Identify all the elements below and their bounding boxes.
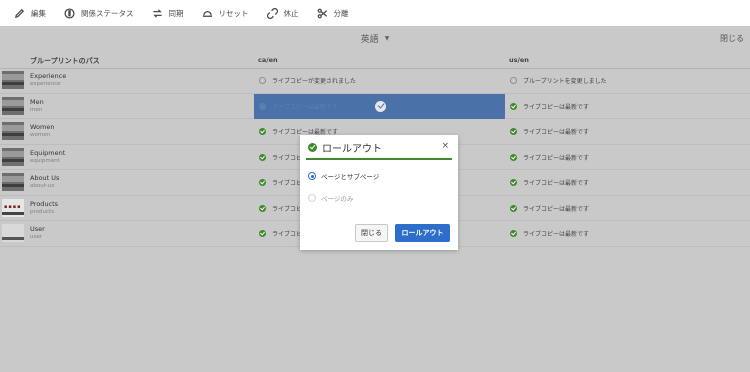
sync-icon xyxy=(152,8,162,18)
status-cell-ca-en[interactable]: ライブコピーが変更されました xyxy=(254,68,505,94)
table-header: ブループリントのパス ca/en us/en xyxy=(0,54,750,68)
status-text: ライブコピーは最新です xyxy=(523,129,590,137)
row-path: products xyxy=(30,208,55,215)
pencil-icon xyxy=(14,8,25,18)
language-value: 英語 xyxy=(360,34,379,45)
suspend-label: 休止 xyxy=(283,8,299,18)
relationship-status-button[interactable]: 関係ステータス xyxy=(64,3,134,23)
success-check-icon xyxy=(308,142,317,152)
row-path: men xyxy=(30,106,43,113)
page-thumbnail: ▪▪▪▪ xyxy=(2,198,24,217)
check-status-icon xyxy=(510,102,517,110)
close-icon[interactable]: × xyxy=(441,141,449,151)
option-page-only[interactable]: ページのみ xyxy=(308,193,353,203)
rollout-button[interactable]: ロールアウト xyxy=(395,224,450,242)
dialog-header-rule xyxy=(306,158,452,160)
page-thumbnail xyxy=(2,224,24,242)
cancel-button[interactable]: 閉じる xyxy=(355,224,388,242)
reset-label: リセット xyxy=(218,8,249,18)
reset-icon xyxy=(202,10,212,17)
header-us-en: us/en xyxy=(509,56,529,64)
option-label: ページとサブページ xyxy=(321,173,380,181)
close-panel-button[interactable]: 閉じる xyxy=(720,33,744,44)
row-title: User xyxy=(30,225,45,233)
status-cell-us-en[interactable]: ライブコピーは最新です xyxy=(505,221,750,247)
language-select[interactable]: 英語 ▼ xyxy=(361,32,390,45)
dialog-title: ロールアウト xyxy=(322,143,382,155)
chevron-down-icon: ▼ xyxy=(384,34,390,42)
edit-label: 編集 xyxy=(31,8,46,18)
check-status-icon xyxy=(259,128,266,136)
edit-button[interactable]: 編集 xyxy=(14,3,46,23)
page-thumbnail xyxy=(2,96,24,115)
action-toolbar: 編集 関係ステータス 同期 リセット 休止 分離 xyxy=(0,0,750,26)
option-page-and-subpages[interactable]: ページとサブページ xyxy=(308,171,379,181)
status-cell-us-en[interactable]: ライブコピーは最新です xyxy=(505,170,750,196)
pending-status-icon xyxy=(510,77,517,85)
check-status-icon xyxy=(510,204,517,212)
detach-label: 分離 xyxy=(333,8,349,18)
row-path: women xyxy=(30,132,51,138)
status-text: ライブコピーが変更されました xyxy=(272,78,357,86)
row-title: Women xyxy=(30,123,55,131)
rollout-dialog: ロールアウト × ページとサブページ ページのみ 閉じる ロールアウト xyxy=(300,135,458,250)
row-path: experience xyxy=(30,81,61,87)
radio-selected-icon[interactable] xyxy=(308,172,316,180)
status-cell-us-en[interactable]: ライブコピーは最新です xyxy=(505,196,750,222)
check-status-icon xyxy=(259,204,266,212)
status-cell-us-en[interactable]: ライブコピーは最新です xyxy=(505,145,750,171)
page-thumbnail xyxy=(2,173,24,191)
row-title: Equipment xyxy=(30,148,66,157)
dialog-header: ロールアウト xyxy=(300,135,458,159)
radio-unselected-icon[interactable] xyxy=(308,194,316,202)
status-text: ライブコピーは最新です xyxy=(523,154,590,162)
check-status-icon xyxy=(510,179,517,187)
header-ca-en: ca/en xyxy=(258,56,278,64)
status-text: ライブコピーは最新です xyxy=(523,205,590,213)
status-cell-us-en[interactable]: ブループリントを変更しました xyxy=(505,68,750,94)
check-status-icon xyxy=(510,230,517,238)
detach-icon xyxy=(317,8,327,18)
header-blueprint-path: ブループリントのパス xyxy=(30,57,100,65)
status-icon xyxy=(259,102,266,110)
row-title: Men xyxy=(30,97,44,106)
row-title: Products xyxy=(30,199,59,208)
reset-button[interactable]: リセット xyxy=(202,3,249,23)
unlink-icon xyxy=(266,7,278,19)
row-title: Experience xyxy=(30,72,67,80)
relationship-status-label: 関係ステータス xyxy=(81,8,134,18)
status-text: ブループリントを変更しました xyxy=(523,78,607,86)
row-path: user xyxy=(30,234,42,240)
status-text: ライブコピーは最新です xyxy=(523,180,590,188)
status-cell-ca-en-selected[interactable]: ライブコピーは最新です xyxy=(254,93,505,119)
row-path: about-us xyxy=(30,183,55,189)
page-thumbnail xyxy=(2,147,24,166)
check-status-icon xyxy=(259,179,266,187)
check-status-icon xyxy=(259,230,266,238)
status-text: ライブコピーは最新です xyxy=(523,231,590,239)
sync-label: 同期 xyxy=(168,8,184,18)
row-title: About Us xyxy=(30,174,60,182)
suspend-button[interactable]: 休止 xyxy=(266,3,299,23)
pending-status-icon xyxy=(259,77,266,85)
info-icon xyxy=(64,7,75,19)
row-path: equipment xyxy=(30,157,60,164)
status-text: ライブコピーは最新です xyxy=(523,103,590,111)
option-label: ページのみ xyxy=(321,195,354,203)
selected-check-icon xyxy=(375,100,386,112)
check-status-icon xyxy=(510,153,517,161)
page-thumbnail xyxy=(2,122,24,140)
table-row[interactable]: Men men ライブコピーは最新です ライブコピーは最新です xyxy=(0,93,750,120)
page-thumbnail xyxy=(2,71,24,89)
detach-button[interactable]: 分離 xyxy=(317,3,349,23)
status-cell-us-en[interactable]: ライブコピーは最新です xyxy=(505,119,750,145)
sync-button[interactable]: 同期 xyxy=(152,3,184,23)
check-status-icon xyxy=(510,128,517,136)
status-cell-us-en[interactable]: ライブコピーは最新です xyxy=(505,94,750,120)
language-bar: 英語 ▼ xyxy=(0,26,750,50)
check-status-icon xyxy=(259,153,266,161)
table-row[interactable]: Experience experience ライブコピーが変更されました ブルー… xyxy=(0,68,750,94)
status-text: ライブコピーは最新です xyxy=(272,103,339,111)
